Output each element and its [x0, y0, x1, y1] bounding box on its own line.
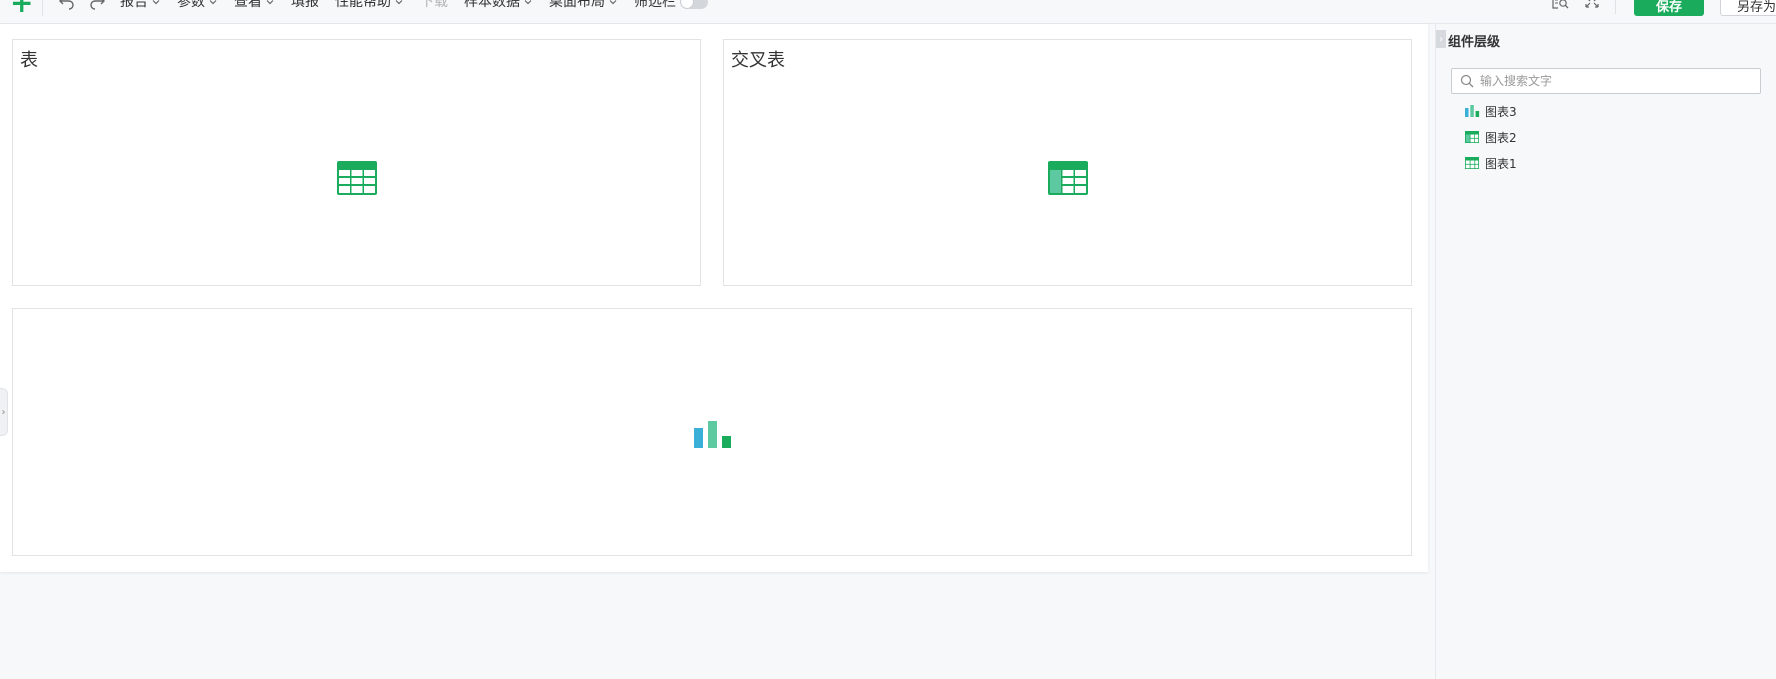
- left-panel-expand-handle[interactable]: ›: [0, 388, 8, 436]
- widget-title: 交叉表: [731, 50, 785, 71]
- tree-item-chart2[interactable]: 图表2: [1464, 124, 1517, 150]
- collapse-panel-icon[interactable]: ›: [1436, 30, 1446, 48]
- toolbar-menus: 报告 参数 查看 填报 性能帮助 下载 样本数据 桌面布局 筛选栏: [120, 0, 724, 12]
- menu-label: 样本数据: [464, 0, 520, 10]
- crosstab-icon: [1048, 161, 1088, 195]
- tree-item-label: 图表1: [1485, 156, 1517, 171]
- save-button[interactable]: 保存: [1634, 0, 1704, 16]
- chevron-down-icon: [524, 0, 532, 5]
- filter-bar-toggle[interactable]: [680, 0, 708, 9]
- menu-label: 参数: [177, 0, 205, 10]
- table-icon: [1465, 157, 1479, 169]
- component-hierarchy-panel: › 组件层级 图表3 图表2: [1435, 24, 1776, 679]
- tree-item-chart3[interactable]: 图表3: [1464, 98, 1517, 124]
- table-icon: [337, 161, 377, 195]
- add-icon[interactable]: +: [10, 0, 33, 17]
- chevron-down-icon: [152, 0, 160, 5]
- toolbar: + 报告 参数 查看 填报 性能帮助 下载 样本数据 桌面布局 筛选栏 保存 另…: [0, 0, 1776, 24]
- menu-fill[interactable]: 填报: [291, 0, 319, 12]
- search-input[interactable]: [1480, 74, 1750, 88]
- menu-label: 下载: [420, 0, 448, 10]
- menu-download[interactable]: 下载: [420, 0, 448, 12]
- tree-item-label: 图表2: [1485, 130, 1517, 145]
- tree-item-chart1[interactable]: 图表1: [1464, 150, 1517, 176]
- menu-report[interactable]: 报告: [120, 0, 161, 12]
- search-icon: [1460, 74, 1474, 88]
- bar-chart-icon: [1465, 105, 1480, 117]
- chevron-down-icon: [609, 0, 617, 5]
- undo-icon[interactable]: [58, 0, 76, 10]
- search-box: [1451, 68, 1761, 94]
- redo-icon[interactable]: [88, 0, 106, 10]
- filter-bar-label: 筛选栏: [634, 0, 676, 10]
- chevron-down-icon: [266, 0, 274, 5]
- menu-desktop-layout[interactable]: 桌面布局: [549, 0, 618, 12]
- bar-chart-icon: [694, 421, 731, 448]
- menu-label: 桌面布局: [549, 0, 605, 10]
- menu-label: 查看: [234, 0, 262, 10]
- save-as-button[interactable]: 另存为: [1720, 0, 1776, 16]
- menu-label: 报告: [120, 0, 148, 10]
- tree-item-label: 图表3: [1485, 104, 1517, 119]
- widget-table[interactable]: 表: [12, 39, 701, 286]
- toolbar-divider: [1615, 0, 1616, 14]
- widget-chart[interactable]: [12, 308, 1412, 556]
- menu-label: 填报: [291, 0, 319, 10]
- widget-title: 表: [20, 50, 38, 71]
- widget-crosstab[interactable]: 交叉表: [723, 39, 1412, 286]
- component-tree: 图表3 图表2 图表1: [1464, 98, 1517, 176]
- panel-title: 组件层级: [1448, 35, 1501, 50]
- crosstab-icon: [1465, 131, 1479, 143]
- report-canvas: 表 交叉表: [0, 24, 1428, 572]
- menu-parameter[interactable]: 参数: [177, 0, 218, 12]
- menu-label: 性能帮助: [335, 0, 391, 10]
- fullscreen-icon[interactable]: [1583, 0, 1601, 10]
- chevron-down-icon: [395, 0, 403, 5]
- menu-sample-data[interactable]: 样本数据: [464, 0, 533, 12]
- chevron-down-icon: [209, 0, 217, 5]
- preview-icon[interactable]: [1551, 0, 1569, 10]
- toolbar-divider: [42, 0, 43, 16]
- menu-performance-help[interactable]: 性能帮助: [335, 0, 404, 12]
- menu-view[interactable]: 查看: [234, 0, 275, 12]
- filter-bar-control: 筛选栏: [634, 0, 708, 12]
